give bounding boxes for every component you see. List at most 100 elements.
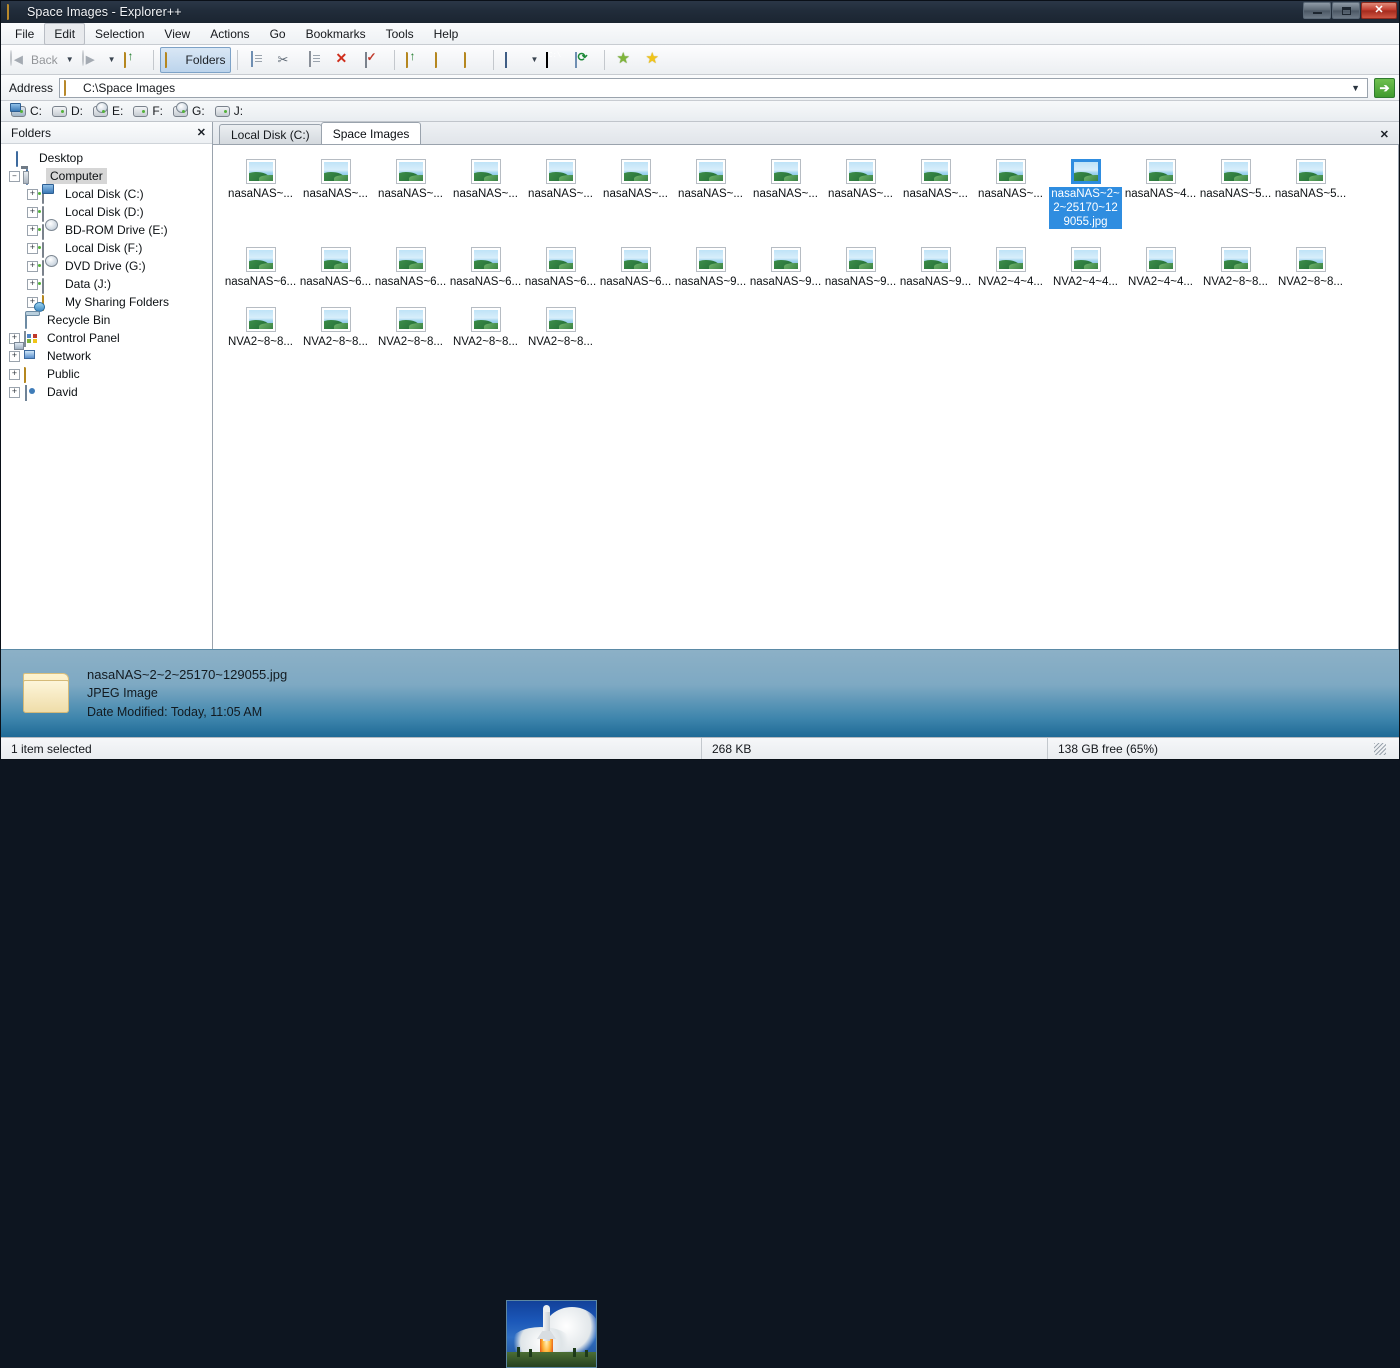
- add-bookmark-button[interactable]: ★: [611, 47, 639, 73]
- file-item[interactable]: nasaNAS~...: [673, 159, 748, 229]
- expand-icon[interactable]: +: [9, 351, 20, 362]
- expand-icon[interactable]: +: [9, 369, 20, 380]
- views-dropdown-icon[interactable]: ▼: [529, 52, 541, 67]
- file-item[interactable]: nasaNAS~5...: [1198, 159, 1273, 229]
- drive-j[interactable]: J:: [213, 103, 249, 119]
- open-command-prompt-button[interactable]: [541, 47, 569, 73]
- menu-file[interactable]: File: [5, 23, 44, 45]
- expand-icon[interactable]: +: [27, 189, 38, 200]
- file-item[interactable]: nasaNAS~...: [598, 159, 673, 229]
- close-icon[interactable]: ✕: [197, 126, 206, 139]
- tree-item-david[interactable]: +David: [1, 383, 212, 401]
- copy-button[interactable]: [244, 47, 272, 73]
- bookmarks-button[interactable]: ★: [640, 47, 668, 73]
- minimize-button[interactable]: [1303, 2, 1331, 19]
- copy-to-button[interactable]: [430, 47, 458, 73]
- forward-button[interactable]: ▶: [77, 47, 105, 73]
- menu-go[interactable]: Go: [260, 23, 296, 45]
- up-button[interactable]: [119, 47, 147, 73]
- menu-selection[interactable]: Selection: [85, 23, 154, 45]
- expand-icon[interactable]: +: [27, 207, 38, 218]
- file-item[interactable]: nasaNAS~6...: [223, 247, 298, 289]
- maximize-button[interactable]: [1332, 2, 1360, 19]
- expand-icon[interactable]: +: [9, 387, 20, 398]
- tree-item-recycle-bin[interactable]: Recycle Bin: [1, 311, 212, 329]
- expand-icon[interactable]: +: [27, 225, 38, 236]
- tree-item-local-disk-c[interactable]: +Local Disk (C:): [1, 185, 212, 203]
- refresh-button[interactable]: [570, 47, 598, 73]
- tab-space-images[interactable]: Space Images: [321, 122, 422, 144]
- tree-item-data-j[interactable]: +Data (J:): [1, 275, 212, 293]
- file-item[interactable]: NVA2~8~8...: [523, 307, 598, 349]
- file-item[interactable]: NVA2~8~8...: [1198, 247, 1273, 289]
- folders-button[interactable]: Folders: [160, 47, 231, 73]
- expand-icon[interactable]: +: [27, 279, 38, 290]
- new-folder-button[interactable]: [401, 47, 429, 73]
- back-dropdown-icon[interactable]: ▼: [64, 52, 76, 67]
- file-item[interactable]: NVA2~8~8...: [373, 307, 448, 349]
- file-list-area[interactable]: nasaNAS~...nasaNAS~...nasaNAS~...nasaNAS…: [213, 145, 1399, 649]
- forward-dropdown-icon[interactable]: ▼: [106, 52, 118, 67]
- cut-button[interactable]: ✂: [273, 47, 301, 73]
- file-item[interactable]: NVA2~4~4...: [1048, 247, 1123, 289]
- file-item[interactable]: nasaNAS~...: [973, 159, 1048, 229]
- menu-help[interactable]: Help: [424, 23, 469, 45]
- file-item[interactable]: nasaNAS~6...: [448, 247, 523, 289]
- file-item[interactable]: nasaNAS~6...: [298, 247, 373, 289]
- menu-edit[interactable]: Edit: [44, 23, 85, 45]
- file-item[interactable]: NVA2~4~4...: [973, 247, 1048, 289]
- tree-item-network[interactable]: +Network: [1, 347, 212, 365]
- tree-item-control-panel[interactable]: +Control Panel: [1, 329, 212, 347]
- tree-item-local-disk-d[interactable]: +Local Disk (D:): [1, 203, 212, 221]
- drive-f[interactable]: F:: [131, 103, 169, 119]
- file-item[interactable]: nasaNAS~4...: [1123, 159, 1198, 229]
- chevron-down-icon[interactable]: ▼: [1351, 83, 1363, 93]
- back-button[interactable]: ◀ Back: [5, 47, 63, 73]
- expand-icon[interactable]: +: [27, 261, 38, 272]
- go-button[interactable]: ➔: [1374, 78, 1395, 98]
- paste-button[interactable]: [302, 47, 330, 73]
- tree-item-local-disk-f[interactable]: +Local Disk (F:): [1, 239, 212, 257]
- file-item[interactable]: nasaNAS~...: [448, 159, 523, 229]
- file-item[interactable]: nasaNAS~9...: [823, 247, 898, 289]
- file-item[interactable]: nasaNAS~...: [373, 159, 448, 229]
- drive-d[interactable]: D:: [50, 103, 89, 119]
- menu-tools[interactable]: Tools: [376, 23, 424, 45]
- tree-item-desktop[interactable]: Desktop: [1, 149, 212, 167]
- file-item[interactable]: NVA2~8~8...: [1273, 247, 1348, 289]
- tree-item-computer[interactable]: –Computer: [1, 167, 212, 185]
- address-input[interactable]: C:\Space Images ▼: [59, 78, 1368, 98]
- views-button[interactable]: [500, 47, 528, 73]
- file-item[interactable]: nasaNAS~...: [223, 159, 298, 229]
- delete-button[interactable]: ✕: [331, 47, 359, 73]
- file-item[interactable]: nasaNAS~...: [898, 159, 973, 229]
- file-item-selected[interactable]: nasaNAS~2~2~25170~129055.jpg: [1048, 159, 1123, 229]
- expand-icon[interactable]: +: [27, 243, 38, 254]
- file-item[interactable]: NVA2~8~8...: [298, 307, 373, 349]
- tree-item-dvd-drive-g[interactable]: +DVD Drive (G:): [1, 257, 212, 275]
- tree-item-my-sharing-folders[interactable]: +My Sharing Folders: [1, 293, 212, 311]
- collapse-icon[interactable]: –: [9, 171, 20, 182]
- file-item[interactable]: nasaNAS~9...: [748, 247, 823, 289]
- file-item[interactable]: NVA2~8~8...: [448, 307, 523, 349]
- menu-bookmarks[interactable]: Bookmarks: [296, 23, 376, 45]
- file-item[interactable]: nasaNAS~6...: [598, 247, 673, 289]
- resize-grip-icon[interactable]: [1374, 743, 1386, 755]
- menu-actions[interactable]: Actions: [200, 23, 259, 45]
- file-item[interactable]: nasaNAS~...: [298, 159, 373, 229]
- file-item[interactable]: nasaNAS~9...: [673, 247, 748, 289]
- drive-c[interactable]: C:: [9, 103, 48, 119]
- file-item[interactable]: nasaNAS~6...: [373, 247, 448, 289]
- drive-g[interactable]: G:: [171, 103, 211, 119]
- tree-item-public[interactable]: +Public: [1, 365, 212, 383]
- file-item[interactable]: nasaNAS~...: [748, 159, 823, 229]
- close-button[interactable]: ✕: [1361, 2, 1397, 19]
- tab-local-disk-c[interactable]: Local Disk (C:): [219, 124, 322, 144]
- tree-item-bd-rom-drive-e[interactable]: +BD-ROM Drive (E:): [1, 221, 212, 239]
- file-item[interactable]: nasaNAS~9...: [898, 247, 973, 289]
- file-item[interactable]: NVA2~8~8...: [223, 307, 298, 349]
- move-to-button[interactable]: [459, 47, 487, 73]
- file-item[interactable]: nasaNAS~...: [523, 159, 598, 229]
- drive-e[interactable]: E:: [91, 103, 129, 119]
- file-item[interactable]: nasaNAS~5...: [1273, 159, 1348, 229]
